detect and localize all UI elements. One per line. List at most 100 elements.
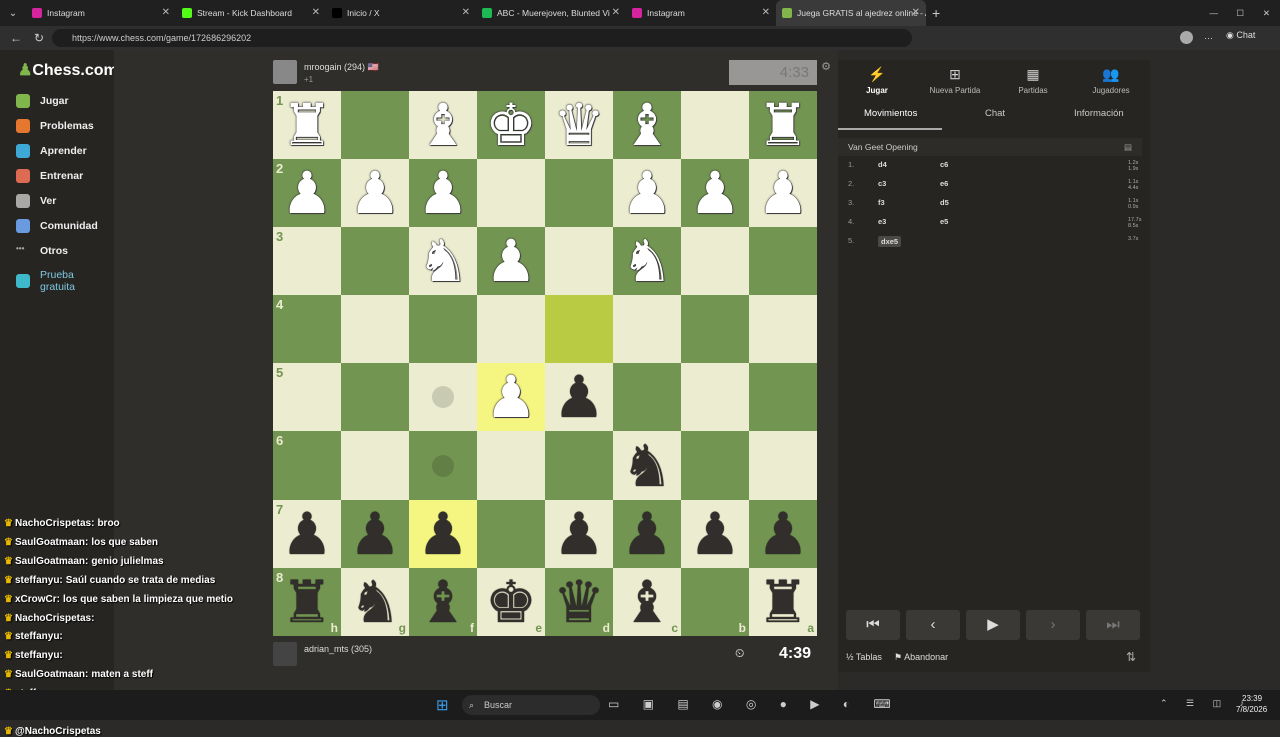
- resign-button[interactable]: ⚑ Abandonar: [894, 652, 948, 663]
- board-square[interactable]: ♞: [613, 227, 681, 296]
- subtab-2[interactable]: Información: [1074, 108, 1124, 119]
- nav-item-5[interactable]: Comunidad: [16, 219, 98, 233]
- board-square[interactable]: ♟: [749, 159, 817, 228]
- tab-games[interactable]: ▦ Partidas: [998, 66, 1068, 95]
- white-bishop-icon[interactable]: ♝: [417, 96, 469, 154]
- white-move[interactable]: f3: [878, 198, 885, 207]
- board-square[interactable]: ♜: [749, 91, 817, 160]
- nav-item-4[interactable]: Ver: [16, 194, 56, 208]
- tab-play[interactable]: ⚡ Jugar: [842, 66, 912, 95]
- chat-username[interactable]: NachoCrispetas:: [15, 613, 94, 624]
- board-square[interactable]: [613, 295, 681, 364]
- black-pawn-icon[interactable]: ♟: [689, 505, 741, 563]
- black-pawn-icon[interactable]: ♟: [621, 505, 673, 563]
- board-square[interactable]: [681, 91, 749, 160]
- board-square[interactable]: ♚: [477, 91, 545, 160]
- board-square[interactable]: [341, 431, 409, 500]
- close-tab-icon[interactable]: ✕: [162, 7, 170, 18]
- white-move[interactable]: e3: [878, 217, 886, 226]
- taskbar-search[interactable]: ⌕ Buscar: [462, 695, 600, 715]
- last-move-button[interactable]: ⏭: [1086, 610, 1140, 640]
- legal-move-dot[interactable]: [432, 454, 454, 477]
- white-pawn-icon[interactable]: ♟: [485, 232, 537, 290]
- board-square[interactable]: [477, 295, 545, 364]
- board-square[interactable]: 1 ♜: [273, 91, 341, 160]
- board-square[interactable]: [545, 431, 613, 500]
- board-square[interactable]: a ♜: [749, 567, 817, 636]
- board-square[interactable]: 5: [273, 363, 341, 432]
- reload-icon[interactable]: ↻: [34, 31, 44, 45]
- book-icon[interactable]: ▤: [1124, 138, 1132, 156]
- black-king-icon[interactable]: ♚: [485, 573, 537, 631]
- board-square[interactable]: [341, 227, 409, 296]
- board-square[interactable]: ♝: [409, 91, 477, 160]
- black-move[interactable]: e5: [940, 217, 948, 226]
- board-square[interactable]: ♞: [613, 431, 681, 500]
- browser-tab[interactable]: Instagram ✕: [26, 0, 176, 26]
- board-square[interactable]: ♟: [341, 499, 409, 568]
- tab-players[interactable]: 👥 Jugadores: [1076, 66, 1146, 95]
- board-square[interactable]: [477, 499, 545, 568]
- more-icon[interactable]: ⋯: [1204, 33, 1213, 44]
- chesscom-logo[interactable]: ♟Chess.com: [18, 60, 118, 80]
- board-square[interactable]: [545, 295, 613, 364]
- nav-item-0[interactable]: Jugar: [16, 94, 69, 108]
- board-square[interactable]: [477, 159, 545, 228]
- black-bishop-icon[interactable]: ♝: [417, 573, 469, 631]
- browser-tab[interactable]: ABC - Muerejoven, Blunted Vi ✕: [476, 0, 626, 26]
- nav-item-3[interactable]: Entrenar: [16, 169, 83, 183]
- board-square[interactable]: ♝: [613, 91, 681, 160]
- black-move[interactable]: d5: [940, 198, 949, 207]
- white-pawn-icon[interactable]: ♟: [485, 368, 537, 426]
- board-square[interactable]: 4: [273, 295, 341, 364]
- flip-board-icon[interactable]: ⇅: [1126, 650, 1136, 664]
- browser-tab[interactable]: Inicio / X ✕: [326, 0, 476, 26]
- black-knight-icon[interactable]: ♞: [621, 437, 673, 495]
- white-king-icon[interactable]: ♚: [485, 96, 537, 154]
- next-move-button[interactable]: ▶: [966, 610, 1020, 640]
- board-square[interactable]: ♟: [681, 159, 749, 228]
- board-square[interactable]: [681, 431, 749, 500]
- board-square[interactable]: [545, 159, 613, 228]
- new-tab-button[interactable]: +: [932, 5, 940, 21]
- board-square[interactable]: c ♝: [613, 567, 681, 636]
- white-rook-icon[interactable]: ♜: [281, 96, 333, 154]
- board-square[interactable]: [749, 295, 817, 364]
- chat-username[interactable]: steffanyu:: [15, 631, 63, 642]
- profile-avatar[interactable]: [1180, 31, 1193, 44]
- white-queen-icon[interactable]: ♛: [553, 96, 605, 154]
- board-square[interactable]: g ♞: [341, 567, 409, 636]
- browser-tab[interactable]: Stream - Kick Dashboard ✕: [176, 0, 326, 26]
- chat-username[interactable]: NachoCrispetas:: [15, 518, 94, 529]
- close-tab-icon[interactable]: ✕: [312, 7, 320, 18]
- chat-username[interactable]: steffanyu:: [15, 575, 63, 586]
- board-square[interactable]: ♟: [545, 499, 613, 568]
- board-square[interactable]: [681, 227, 749, 296]
- board-square[interactable]: e ♚: [477, 567, 545, 636]
- board-square[interactable]: [749, 227, 817, 296]
- close-tab-icon[interactable]: ✕: [462, 7, 470, 18]
- black-pawn-icon[interactable]: ♟: [553, 368, 605, 426]
- board-square[interactable]: ♟: [681, 499, 749, 568]
- black-pawn-icon[interactable]: ♟: [553, 505, 605, 563]
- chat-username[interactable]: @NachoCrispetas: [15, 726, 101, 737]
- board-square[interactable]: ♟: [613, 159, 681, 228]
- legal-move-dot[interactable]: [432, 386, 454, 409]
- board-square[interactable]: ♟: [341, 159, 409, 228]
- board-square[interactable]: [477, 431, 545, 500]
- board-square[interactable]: b: [681, 567, 749, 636]
- close-tab-icon[interactable]: ✕: [912, 7, 920, 18]
- board-square[interactable]: 3: [273, 227, 341, 296]
- white-bishop-icon[interactable]: ♝: [621, 96, 673, 154]
- close-tab-icon[interactable]: ✕: [612, 7, 620, 18]
- white-rook-icon[interactable]: ♜: [757, 96, 809, 154]
- close-window-icon[interactable]: ✕: [1263, 8, 1270, 19]
- board-square[interactable]: [681, 295, 749, 364]
- white-move[interactable]: c3: [878, 179, 886, 188]
- url-input[interactable]: https://www.chess.com/game/172686296202: [52, 29, 912, 47]
- draw-button[interactable]: ½ Tablas: [846, 652, 882, 662]
- black-move[interactable]: c6: [940, 160, 948, 169]
- board-square[interactable]: [409, 295, 477, 364]
- white-pawn-icon[interactable]: ♟: [281, 164, 333, 222]
- white-pawn-icon[interactable]: ♟: [349, 164, 401, 222]
